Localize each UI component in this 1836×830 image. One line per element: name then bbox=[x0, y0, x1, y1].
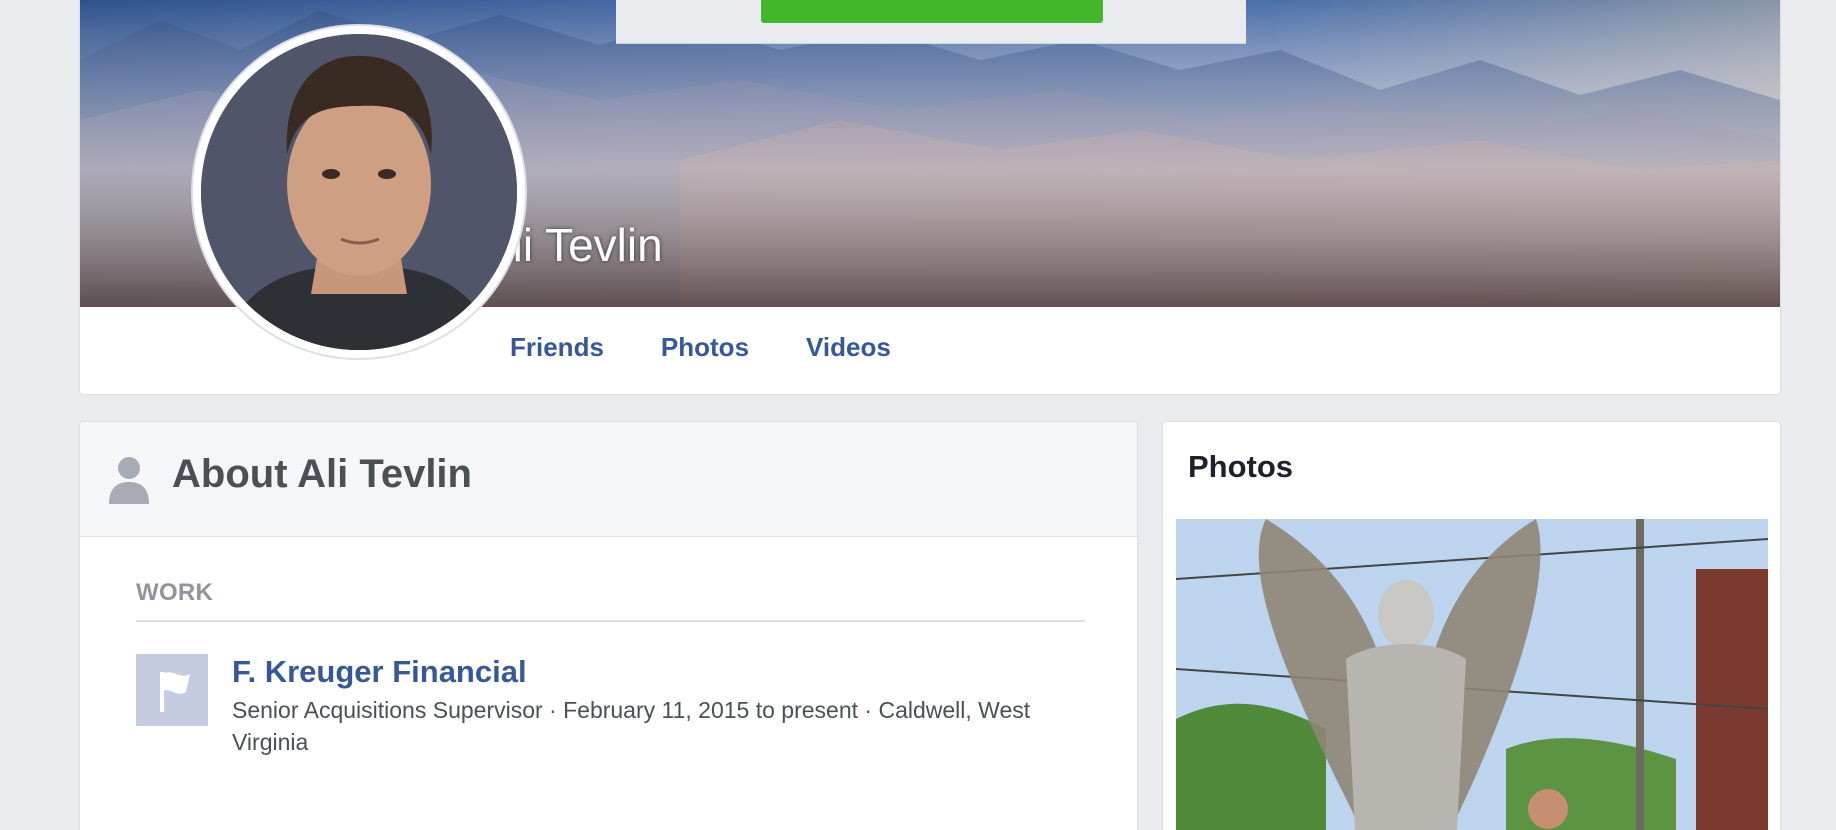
about-title: About Ali Tevlin bbox=[172, 452, 472, 496]
section-divider bbox=[136, 620, 1085, 622]
signup-button[interactable] bbox=[761, 0, 1103, 23]
photos-card: Photos bbox=[1162, 421, 1781, 830]
tab-videos[interactable]: Videos bbox=[806, 332, 891, 363]
photos-title: Photos bbox=[1188, 449, 1294, 484]
avatar-photo bbox=[201, 34, 517, 350]
tab-friends[interactable]: Friends bbox=[510, 332, 604, 363]
profile-page: Ali Tevlin Friends Photos Videos About A… bbox=[0, 0, 1836, 830]
about-card: About Ali Tevlin WORK F. Kreuger Financi… bbox=[79, 421, 1138, 830]
about-header: About Ali Tevlin bbox=[80, 422, 1137, 537]
flag-icon[interactable] bbox=[136, 654, 208, 726]
person-silhouette-icon bbox=[107, 454, 151, 509]
tab-photos[interactable]: Photos bbox=[661, 332, 749, 363]
signup-banner bbox=[616, 0, 1246, 44]
profile-tabs: Friends Photos Videos bbox=[510, 332, 948, 363]
profile-picture[interactable] bbox=[191, 24, 527, 360]
profile-header-card: Ali Tevlin Friends Photos Videos bbox=[79, 0, 1781, 395]
work-section-label: WORK bbox=[136, 579, 214, 606]
photo-thumbnail[interactable] bbox=[1176, 519, 1768, 830]
work-company-link[interactable]: F. Kreuger Financial bbox=[232, 654, 527, 690]
work-details: Senior Acquisitions Supervisor · Februar… bbox=[232, 697, 1031, 755]
